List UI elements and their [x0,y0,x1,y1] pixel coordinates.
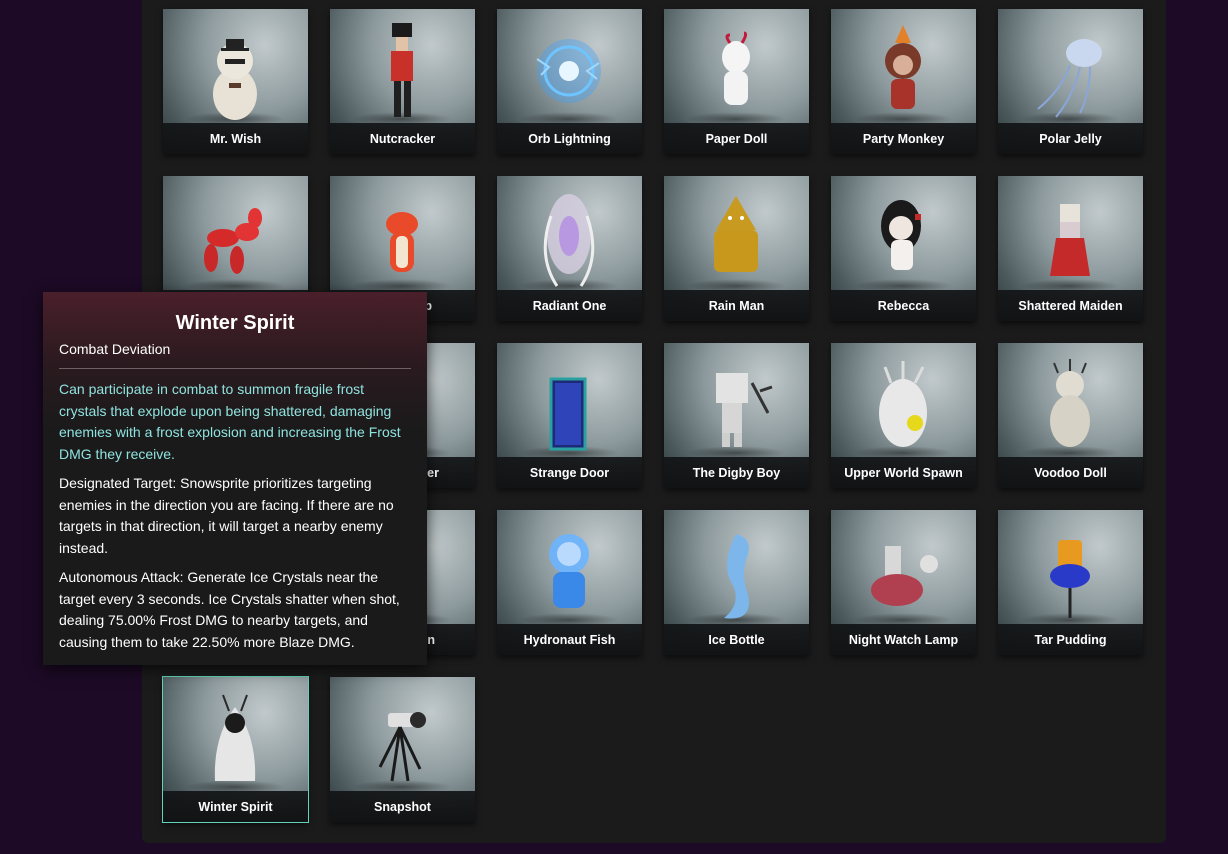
card-label: Night Watch Lamp [831,624,976,655]
deviation-card[interactable]: Radiant One [497,176,642,321]
upper-world-spawn-icon [831,343,976,463]
card-label: Mr. Wish [163,123,308,154]
deviation-card[interactable]: Tar Pudding [998,510,1143,655]
card-label: Hydronaut Fish [497,624,642,655]
tar-pudding-icon [998,510,1143,630]
tooltip-subtitle: Combat Deviation [59,341,171,357]
red-dino-icon [330,176,475,296]
party-monkey-icon [831,9,976,129]
digby-boy-icon [664,343,809,463]
card-label: Snapshot [330,791,475,822]
balloon-dog-icon [163,176,308,296]
deviation-card[interactable]: Voodoo Doll [998,343,1143,488]
deviation-card[interactable]: Orb Lightning [497,9,642,154]
card-label: Rebecca [831,290,976,321]
deviation-card[interactable]: Night Watch Lamp [831,510,976,655]
deviation-card[interactable]: Upper World Spawn [831,343,976,488]
hydronaut-fish-icon [497,510,642,630]
winter-spirit-icon [163,677,308,797]
tooltip-designated-target: Designated Target: Snowsprite prioritize… [59,475,394,556]
deviation-card[interactable]: Hydronaut Fish [497,510,642,655]
rebecca-icon [831,176,976,296]
card-label: Voodoo Doll [998,457,1143,488]
deviation-tooltip: Winter Spirit Combat Deviation Can parti… [43,292,427,665]
deviation-card[interactable]: Polar Jelly [998,9,1143,154]
deviation-card[interactable]: Party Monkey [831,9,976,154]
card-label: Strange Door [497,457,642,488]
deviation-card[interactable]: Ice Bottle [664,510,809,655]
card-label: Radiant One [497,290,642,321]
deviation-card[interactable]: Mr. Wish [163,9,308,154]
card-label: Tar Pudding [998,624,1143,655]
deviation-card[interactable]: Strange Door [497,343,642,488]
card-label: Rain Man [664,290,809,321]
radiant-one-icon [497,176,642,296]
strange-door-icon [497,343,642,463]
card-label: Party Monkey [831,123,976,154]
card-label: The Digby Boy [664,457,809,488]
card-label: Shattered Maiden [998,290,1143,321]
night-watch-lamp-icon [831,510,976,630]
snapshot-icon [330,677,475,797]
polar-jelly-icon [998,9,1143,129]
voodoo-doll-icon [998,343,1143,463]
tooltip-description: Can participate in combat to summon frag… [59,381,401,462]
card-label: Paper Doll [664,123,809,154]
deviation-card[interactable]: The Digby Boy [664,343,809,488]
card-label: Nutcracker [330,123,475,154]
deviation-card[interactable]: Paper Doll [664,9,809,154]
ice-bottle-icon [664,510,809,630]
deviation-card[interactable]: Snapshot [330,677,475,822]
mr-wish-icon [163,9,308,129]
paper-doll-icon [664,9,809,129]
deviation-card[interactable]: Rebecca [831,176,976,321]
nutcracker-icon [330,9,475,129]
card-label: Upper World Spawn [831,457,976,488]
card-label: Orb Lightning [497,123,642,154]
tooltip-divider [59,368,411,369]
tooltip-autonomous-attack: Autonomous Attack: Generate Ice Crystals… [59,569,400,650]
deviation-card[interactable]: Rain Man [664,176,809,321]
card-label: Ice Bottle [664,624,809,655]
rain-man-icon [664,176,809,296]
shattered-maiden-icon [998,176,1143,296]
deviation-card-selected[interactable]: Winter Spirit [162,676,309,823]
orb-lightning-icon [497,9,642,129]
deviation-card[interactable]: Shattered Maiden [998,176,1143,321]
tooltip-title: Winter Spirit [175,312,295,334]
card-label: Polar Jelly [998,123,1143,154]
card-label: Winter Spirit [163,791,308,822]
deviation-card[interactable]: Nutcracker [330,9,475,154]
